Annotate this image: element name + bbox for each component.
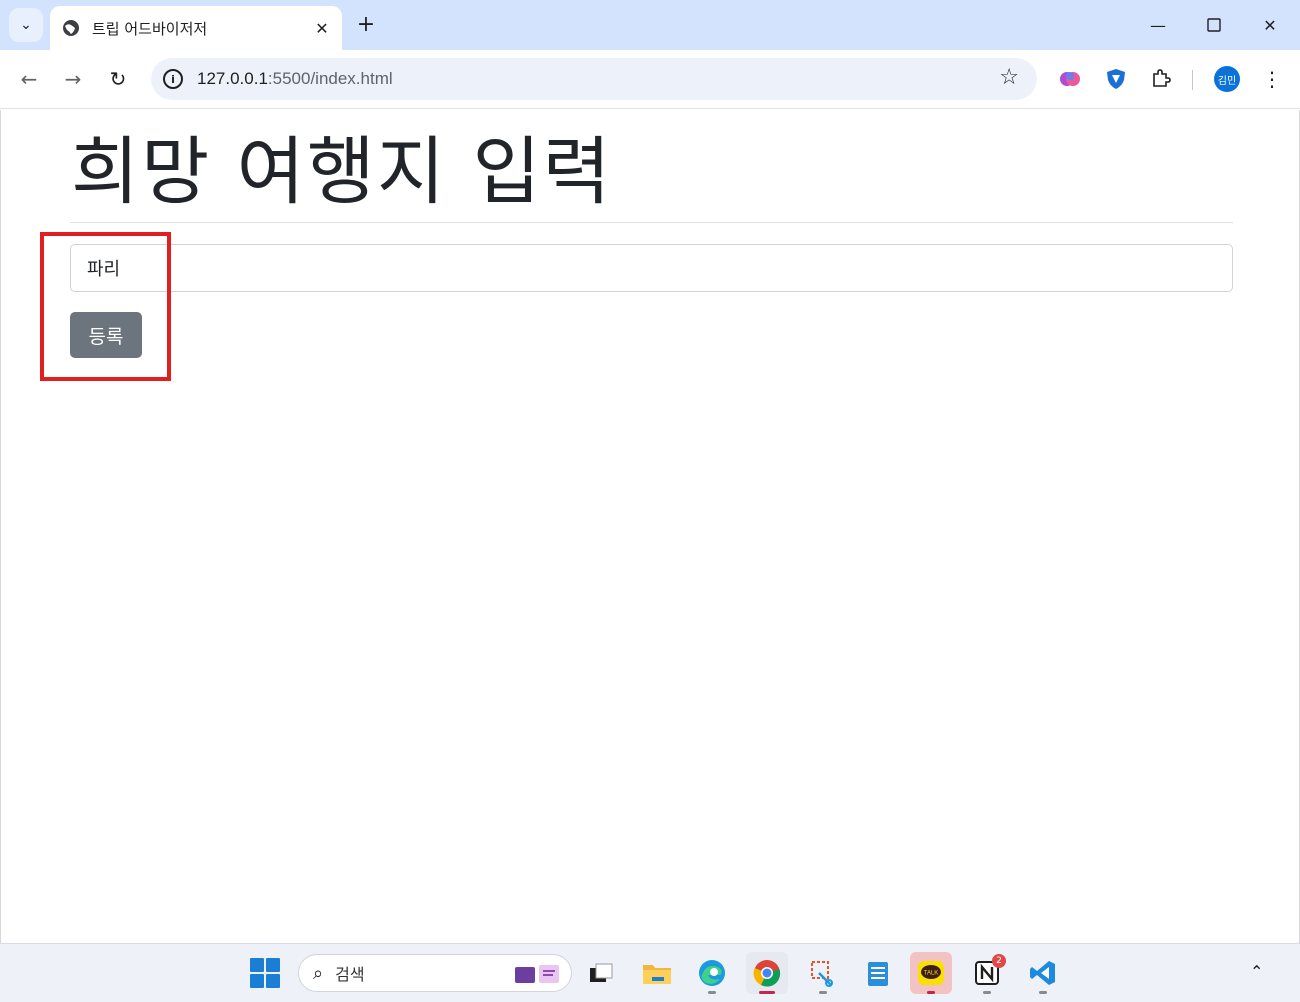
kakao-label: TALK: [924, 971, 939, 977]
tab-strip: ⌄ 트립 어드바이저저 ✕ + — ✕: [0, 0, 1300, 50]
back-icon[interactable]: ←: [12, 62, 46, 96]
star-icon[interactable]: ☆: [999, 65, 1019, 90]
taskbar: ⌕ 검색 TALK 2 ⌃: [0, 943, 1300, 1002]
minimize-icon[interactable]: —: [1138, 8, 1178, 42]
plus-icon[interactable]: +: [352, 10, 380, 38]
toolbar-divider: [1192, 70, 1193, 90]
highlight-box: [40, 232, 171, 381]
file-explorer-icon[interactable]: [636, 952, 678, 994]
close-icon[interactable]: ✕: [310, 16, 334, 40]
search-highlight-icon: [513, 961, 561, 990]
shield-extension-icon[interactable]: [1099, 62, 1133, 96]
browser-toolbar: ← → ↻ i 127.0.0.1:5500/index.html ☆ 김민 ⋮: [0, 50, 1300, 109]
info-icon[interactable]: i: [163, 69, 183, 89]
chevron-up-icon[interactable]: ⌃: [1250, 962, 1263, 981]
running-indicator: [927, 991, 935, 994]
globe-icon: [63, 20, 79, 36]
destination-input[interactable]: [70, 244, 1233, 292]
page-content: 희망 여행지 입력 등록: [0, 110, 1300, 943]
search-placeholder: 검색: [335, 965, 365, 984]
vscode-icon[interactable]: [1022, 952, 1064, 994]
window-close-icon[interactable]: ✕: [1250, 8, 1290, 42]
puzzle-icon[interactable]: [1144, 62, 1178, 96]
maximize-icon[interactable]: [1194, 8, 1234, 42]
chrome-icon[interactable]: [746, 952, 788, 994]
windows-start-icon[interactable]: [250, 958, 280, 988]
url-path: :5500/index.html: [267, 69, 393, 88]
reload-icon[interactable]: ↻: [101, 62, 135, 96]
tab-title: 트립 어드바이저저: [92, 19, 208, 38]
notepad-icon[interactable]: [857, 952, 899, 994]
kebab-menu-icon[interactable]: ⋮: [1258, 62, 1286, 96]
avatar[interactable]: 김민: [1214, 66, 1240, 92]
task-view-icon[interactable]: [580, 952, 622, 994]
running-indicator: [708, 991, 716, 994]
snipping-tool-icon[interactable]: [802, 952, 844, 994]
taskbar-search[interactable]: ⌕ 검색: [298, 954, 572, 992]
running-indicator: [983, 991, 991, 994]
address-bar[interactable]: i 127.0.0.1:5500/index.html ☆: [151, 58, 1037, 100]
search-icon: ⌕: [313, 962, 324, 984]
brain-extension-icon[interactable]: [1053, 62, 1087, 96]
tab-search-icon[interactable]: ⌄: [9, 8, 43, 42]
url-text[interactable]: 127.0.0.1:5500/index.html: [197, 69, 393, 89]
url-host: 127.0.0.1: [197, 69, 268, 88]
kakaotalk-icon[interactable]: TALK: [910, 952, 952, 994]
edge-icon[interactable]: [691, 952, 733, 994]
forward-icon[interactable]: →: [56, 62, 90, 96]
page-title: 희망 여행지 입력: [71, 129, 613, 215]
running-indicator: [1039, 991, 1047, 994]
notion-icon[interactable]: 2: [966, 952, 1008, 994]
notion-badge: 2: [992, 954, 1006, 968]
running-indicator: [819, 991, 827, 994]
running-indicator: [759, 991, 775, 994]
browser-tab[interactable]: 트립 어드바이저저 ✕: [50, 6, 342, 50]
horizontal-rule: [70, 222, 1233, 223]
